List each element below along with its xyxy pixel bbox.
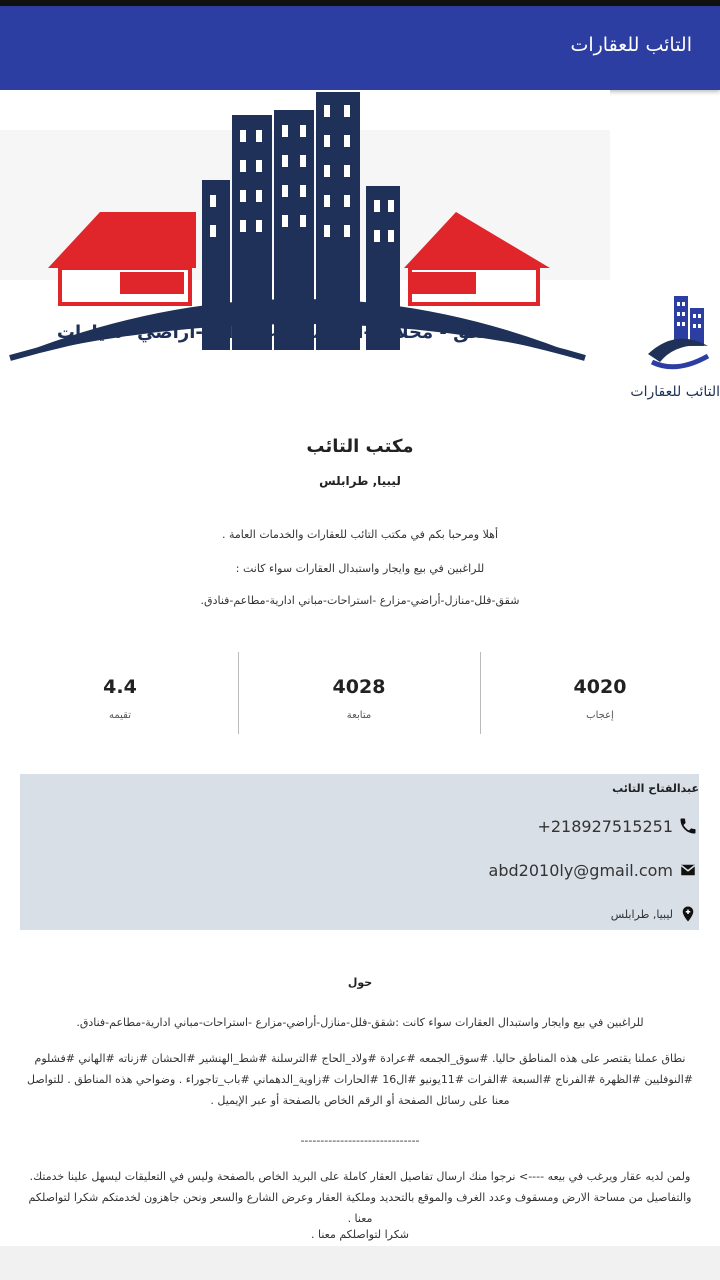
stat-followers[interactable]: 4028 متابعة	[239, 652, 479, 734]
stat-divider	[480, 652, 481, 734]
contact-address: ليبيا, طرابلس	[610, 907, 673, 921]
about-paragraph: نطاق عملنا يقتصر على هذه المناطق حاليا. …	[26, 1052, 694, 1107]
stat-label: متابعة	[346, 710, 372, 721]
about-separator: ------------------------------	[300, 1134, 420, 1147]
phone-icon	[677, 815, 699, 837]
about-paragraph: ولمن لديه عقار ويرغب في بيعه ----> نرجوا…	[28, 1170, 692, 1225]
contact-name: عبدالفتاح التائب	[612, 782, 699, 795]
contact-address-row[interactable]: ليبيا, طرابلس	[611, 900, 699, 928]
stat-value: 4028	[332, 676, 386, 698]
location-pin-icon	[677, 903, 699, 925]
cover-tagline: شقق - محلات -استثمار - عقارات -اراضي -سي…	[56, 322, 500, 343]
app-title: التائب للعقارات	[570, 34, 692, 56]
stat-label: تقيمه	[108, 710, 131, 721]
stat-label: إعجاب	[586, 710, 614, 721]
cover-image[interactable]: شقق - محلات -استثمار - عقارات -اراضي -سي…	[0, 90, 610, 362]
about-paragraph: للراغبين في بيع وايجار واستبدال العقارات…	[76, 1016, 644, 1029]
contact-phone-row[interactable]: +218927515251	[537, 812, 699, 840]
contact-phone: +218927515251	[537, 816, 673, 836]
profile-logo-text: التائب للعقارات	[630, 384, 720, 400]
bottom-edge	[0, 1246, 720, 1280]
profile-logo[interactable]: التائب للعقارات	[630, 292, 720, 422]
stat-likes[interactable]: 4020 إعجاب	[480, 652, 720, 734]
mail-icon	[677, 859, 699, 881]
stats-row: 4020 إعجاب 4028 متابعة 4.4 تقيمه	[0, 652, 720, 734]
intro-line: أهلا ومرحبا بكم في مكتب التائب للعقارات …	[221, 528, 499, 541]
intro-line: للراغبين في بيع وايجار واستبدال العقارات…	[235, 562, 485, 575]
contact-email-row[interactable]: abd2010ly@gmail.com	[489, 856, 699, 884]
page-location: ليبيا, طرابلس	[319, 474, 401, 488]
page-name: مكتب التائب	[306, 436, 414, 457]
about-title: حول	[347, 976, 373, 989]
app-bar: التائب للعقارات	[0, 6, 720, 90]
contact-email: abd2010ly@gmail.com	[488, 860, 673, 880]
stat-value: 4020	[573, 676, 627, 698]
contact-card: عبدالفتاح التائب +218927515251 abd2010ly…	[20, 774, 699, 930]
stat-rating[interactable]: 4.4 تقيمه	[0, 652, 240, 734]
intro-line: شقق-فلل-منازل-أراضي-مزارع -استراحات-مبان…	[200, 594, 520, 607]
logo-building-icon	[648, 296, 710, 370]
stat-value: 4.4	[103, 676, 137, 698]
about-paragraph: شكرا لتواصلكم معنا .	[310, 1228, 410, 1241]
